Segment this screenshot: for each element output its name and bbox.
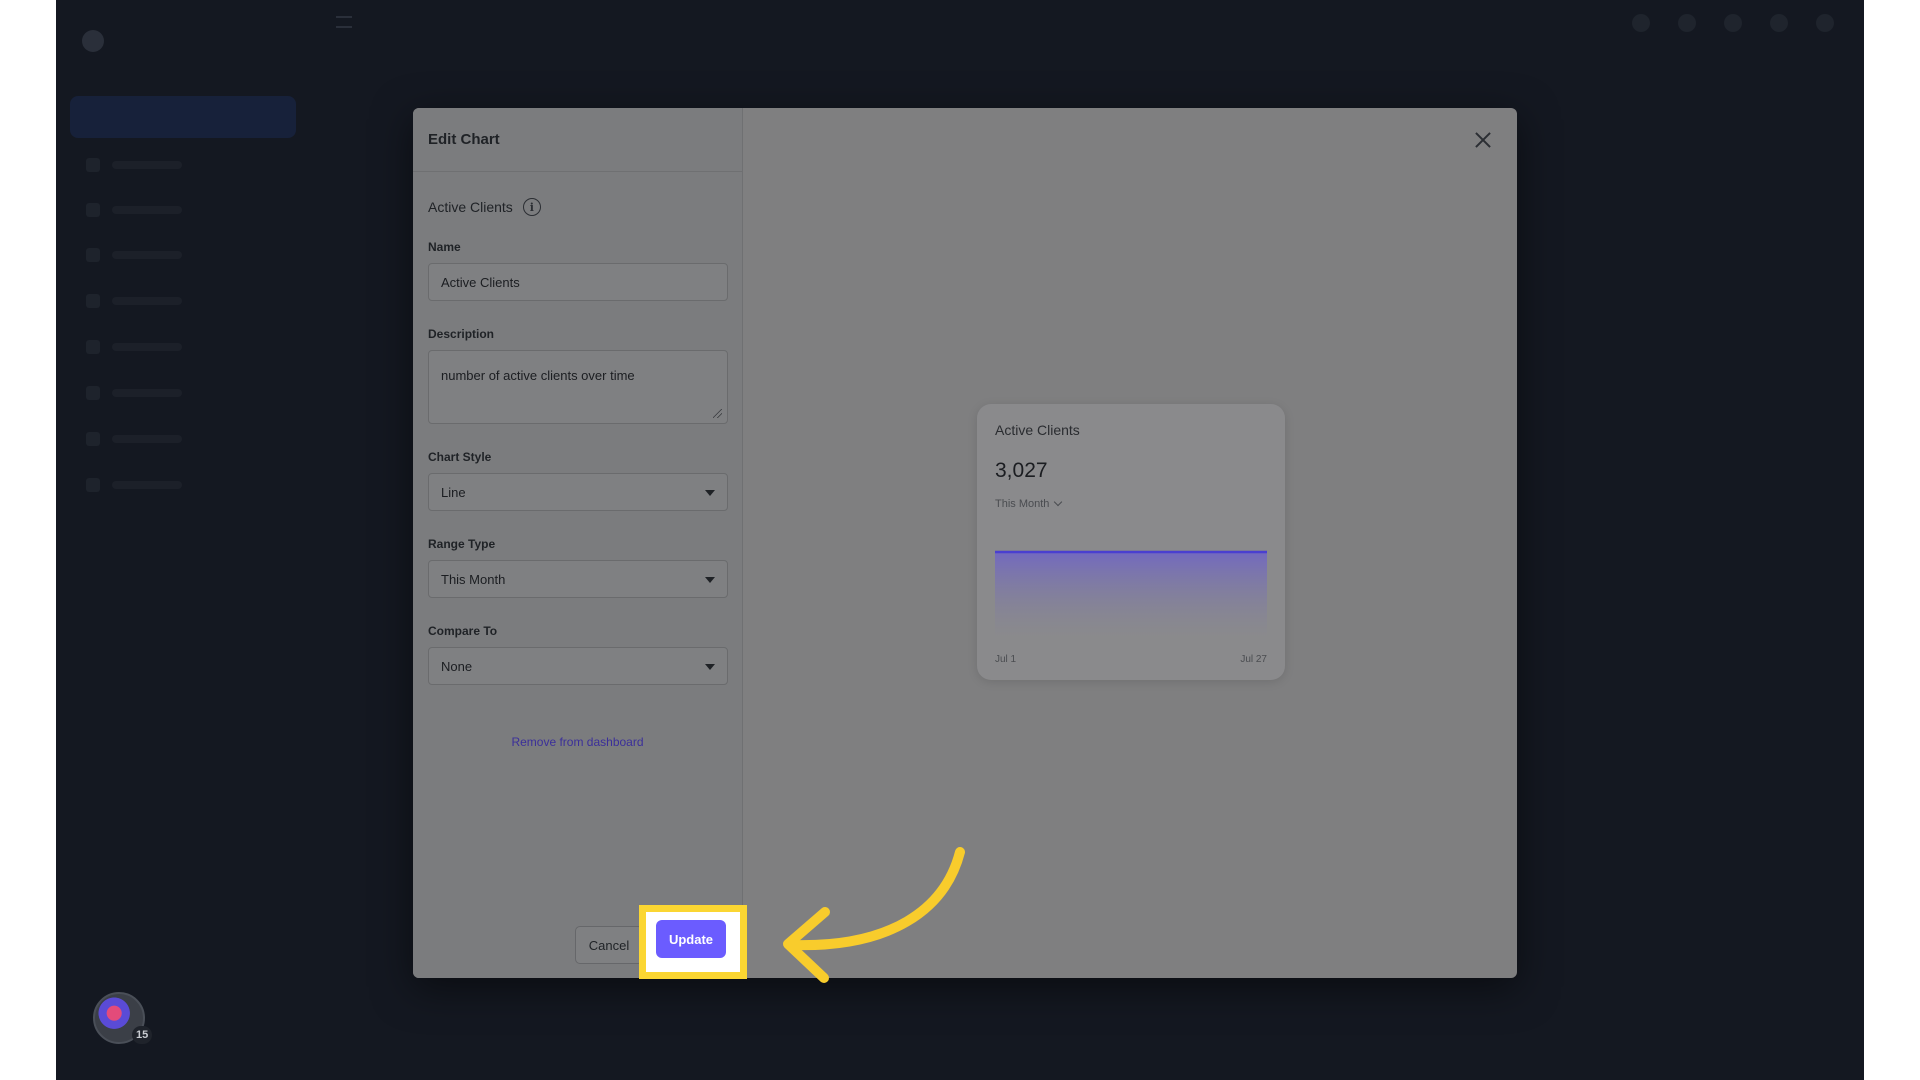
sidebar-item-text (112, 435, 182, 443)
caret-down-icon (705, 577, 715, 583)
sidebar-item-text (112, 389, 182, 397)
info-icon[interactable]: i (522, 198, 541, 216)
x-tick-end: Jul 27 (1240, 654, 1267, 665)
app-logo (82, 30, 104, 52)
range-type-select[interactable]: This Month (428, 560, 728, 598)
sidebar-item-text (112, 481, 182, 489)
sidebar-item-icon (86, 294, 100, 308)
name-label: Name (428, 240, 461, 254)
top-icon-4[interactable] (1770, 14, 1788, 32)
modal-header: Edit Chart (413, 108, 742, 172)
top-bar-icons (1632, 14, 1834, 32)
screen: 15 Edit Chart Active Clients i Name Acti… (0, 0, 1920, 1080)
resize-grip-icon[interactable] (713, 409, 722, 418)
name-input[interactable]: Active Clients (428, 263, 728, 301)
sidebar-item-icon (86, 340, 100, 354)
logo-mark-icon (82, 30, 104, 52)
chart-style-select[interactable]: Line (428, 473, 728, 511)
sidebar-item[interactable] (86, 386, 236, 400)
chart-style-value: Line (441, 484, 466, 500)
curved-arrow-icon (783, 847, 965, 983)
sidebar-item-text (112, 297, 182, 305)
chart-style-label: Chart Style (428, 450, 492, 464)
preview-value: 3,027 (995, 459, 1048, 482)
editor-panel: Edit Chart Active Clients i Name Active … (413, 108, 743, 978)
compare-to-value: None (441, 658, 473, 674)
preview-range-label: This Month (995, 498, 1050, 510)
range-type-value: This Month (441, 571, 506, 587)
metric-row: Active Clients i (428, 198, 727, 216)
sidebar-item-text (112, 206, 182, 214)
metric-title: Active Clients (428, 199, 513, 215)
sidebar-item[interactable] (86, 248, 236, 262)
description-value: number of active clients over time (441, 368, 635, 383)
chart-area (995, 552, 1267, 640)
chevron-down-icon (1054, 497, 1063, 507)
caret-down-icon (705, 490, 715, 496)
preview-range[interactable]: This Month (995, 497, 1063, 510)
top-icon-3[interactable] (1724, 14, 1742, 32)
compare-to-select[interactable]: None (428, 647, 728, 685)
compare-to-label: Compare To (428, 624, 498, 638)
description-textarea[interactable]: number of active clients over time (428, 350, 728, 424)
sidebar-item-text (112, 161, 182, 169)
sidebar-item[interactable] (86, 340, 236, 354)
sidebar-item[interactable] (86, 478, 236, 492)
sidebar-item-icon (86, 203, 100, 217)
x-tick-start: Jul 1 (995, 654, 1017, 665)
preview-title: Active Clients (995, 422, 1080, 438)
top-icon-1[interactable] (1632, 14, 1650, 32)
chart-preview-card: Active Clients 3,027 This Month Jul 1 Ju… (977, 404, 1285, 680)
top-icon-5[interactable] (1816, 14, 1834, 32)
sidebar-item-text (112, 251, 182, 259)
cancel-button[interactable]: Cancel (575, 926, 643, 964)
sidebar-item-icon (86, 432, 100, 446)
hamburger-menu-icon[interactable] (336, 16, 352, 28)
sidebar-item-icon (86, 248, 100, 262)
update-button[interactable]: Update (656, 920, 726, 958)
modal-title: Edit Chart (428, 131, 500, 148)
name-value: Active Clients (441, 274, 520, 290)
sidebar-item-icon (86, 478, 100, 492)
sidebar-item[interactable] (86, 158, 236, 172)
sidebar-item[interactable] (86, 432, 236, 446)
range-type-label: Range Type (428, 537, 496, 551)
close-icon[interactable] (1473, 130, 1493, 150)
sidebar-item[interactable] (86, 294, 236, 308)
description-label: Description (428, 327, 495, 341)
preview-area-chart (995, 550, 1267, 640)
sidebar-item-icon (86, 386, 100, 400)
sidebar-active-item[interactable] (70, 96, 296, 138)
sidebar-item[interactable] (86, 203, 236, 217)
sidebar-item-text (112, 343, 182, 351)
editor-form: Active Clients i Name Active Clients Des… (413, 198, 742, 749)
sidebar-item-icon (86, 158, 100, 172)
avatar-badge: 15 (132, 1026, 153, 1044)
remove-from-dashboard-link[interactable]: Remove from dashboard (428, 735, 727, 749)
top-icon-2[interactable] (1678, 14, 1696, 32)
caret-down-icon (705, 664, 715, 670)
